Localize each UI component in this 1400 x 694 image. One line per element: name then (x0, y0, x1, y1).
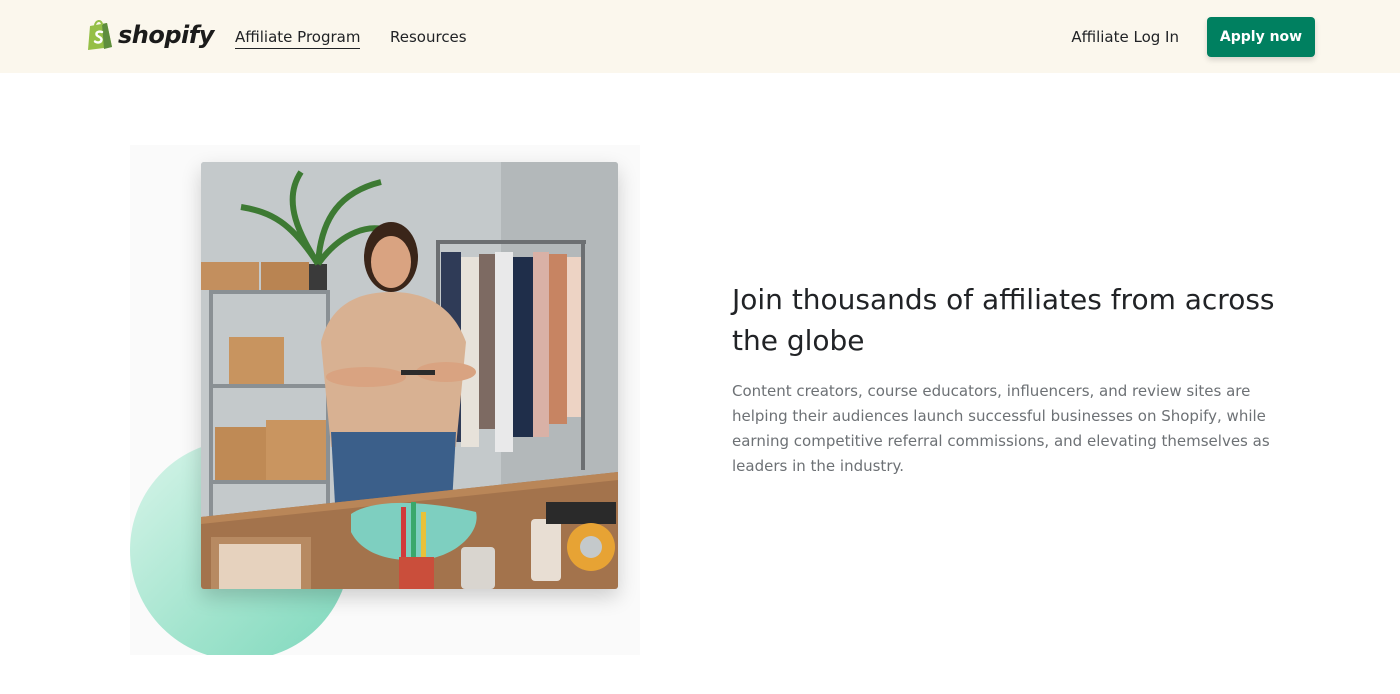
affiliate-login-link[interactable]: Affiliate Log In (1071, 28, 1179, 46)
shopify-logo[interactable]: shopify (86, 19, 214, 50)
shopify-bag-icon (88, 20, 112, 50)
nav-affiliate-program[interactable]: Affiliate Program (235, 28, 361, 49)
logo-wordmark: shopify (118, 20, 214, 49)
site-header: shopify Affiliate Program Resources Affi… (0, 0, 1400, 73)
apply-now-button[interactable]: Apply now (1207, 17, 1315, 57)
hero-headline: Join thousands of affiliates from across… (732, 283, 1275, 357)
nav-resources[interactable]: Resources (390, 28, 467, 46)
hero-visual (130, 145, 640, 655)
hero-description: Content creators, course educators, infl… (732, 382, 1270, 475)
hero-photo (201, 162, 618, 589)
